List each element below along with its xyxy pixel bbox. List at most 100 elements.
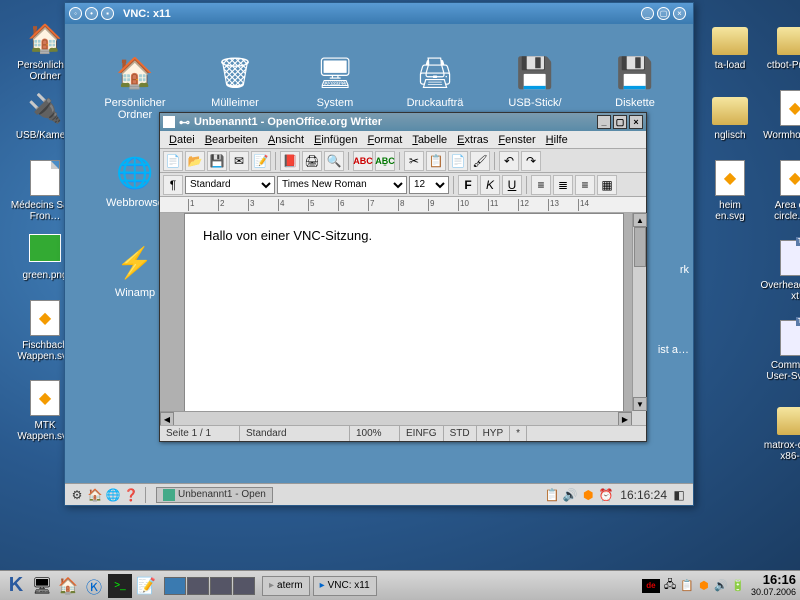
oo-ruler[interactable]: 1234567891011121314 [160, 197, 646, 213]
tray-battery-icon[interactable]: 🔋 [731, 579, 745, 593]
undo-button[interactable]: ↶ [499, 151, 519, 171]
desktop-icon-overhead-wiki-txt[interactable]: Overhead.wiki.txt [760, 238, 800, 302]
vnc-close-button[interactable]: × [673, 7, 686, 20]
remote-kmenu-button[interactable]: ⚙ [69, 487, 85, 503]
menu-fenster[interactable]: Fenster [493, 134, 540, 146]
kwrite-button[interactable]: 📝 [134, 574, 158, 598]
remote-tray-clipboard-icon[interactable]: 📋 [544, 487, 560, 503]
desktop-icon-ctbot-projekt[interactable]: ctbot-Projekt [760, 18, 800, 71]
kmenu-button[interactable]: K [4, 574, 28, 598]
menu-hilfe[interactable]: Hilfe [541, 134, 573, 146]
menu-einfügen[interactable]: Einfügen [309, 134, 362, 146]
status-insert-mode[interactable]: EINFG [400, 426, 444, 441]
remote-icon-usb-stick-[interactable]: 💾USB-Stick/ [493, 52, 577, 109]
desktop-icon-heim-en-svg[interactable]: ◆heim en.svg [705, 158, 755, 222]
vnc-menu-button[interactable]: ◦ [69, 7, 82, 20]
remote-icon-diskette[interactable]: 💾Diskette [593, 52, 677, 109]
underline-button[interactable]: U [502, 175, 522, 195]
paste-button[interactable]: 📄 [448, 151, 468, 171]
menu-extras[interactable]: Extras [452, 134, 493, 146]
konqueror-button[interactable]: Ⓚ [82, 574, 106, 598]
pager-desktop-2[interactable] [187, 577, 209, 595]
remote-tray-updates-icon[interactable]: ⬢ [580, 487, 596, 503]
taskbar-task-vnc-x11[interactable]: ▸VNC: x11 [313, 576, 377, 596]
scroll-down-button[interactable]: ▼ [633, 397, 647, 411]
vnc-sticky-button[interactable]: • [85, 7, 98, 20]
font-size-select[interactable]: 12 [409, 176, 449, 194]
vnc-minimize-button[interactable]: _ [641, 7, 654, 20]
tray-sound-icon[interactable]: 🔊 [714, 579, 728, 593]
status-selection-mode[interactable]: STD [444, 426, 477, 441]
remote-icon-system[interactable]: 🖥System [293, 52, 377, 109]
auto-spellcheck-button[interactable]: AḆC [375, 151, 395, 171]
desktop-icon-matrox-driver-x86-[interactable]: matrox-driver-x86-… [760, 398, 800, 462]
show-desktop-button[interactable]: 🖥 [30, 574, 54, 598]
pager-desktop-3[interactable] [210, 577, 232, 595]
remote-icon-druckauftr-[interactable]: 🖨Druckaufträ [393, 52, 477, 109]
align-center-button[interactable]: ≣ [553, 175, 573, 195]
oo-minimize-button[interactable]: _ [597, 115, 611, 129]
remote-clock[interactable]: 16:16:24 [620, 488, 667, 502]
tray-network-icon[interactable]: 🖧 [663, 579, 677, 593]
format-paint-button[interactable]: 🖌 [470, 151, 490, 171]
vnc-maximize-button[interactable]: ▢ [657, 7, 670, 20]
menu-format[interactable]: Format [362, 134, 407, 146]
scroll-right-button[interactable]: ▶ [618, 412, 632, 426]
redo-button[interactable]: ↷ [521, 151, 541, 171]
scroll-up-button[interactable]: ▲ [633, 213, 647, 227]
export-pdf-button[interactable]: 📕 [280, 151, 300, 171]
menu-ansicht[interactable]: Ansicht [263, 134, 309, 146]
remote-tray-corner-icon[interactable]: ◧ [671, 487, 687, 503]
menu-tabelle[interactable]: Tabelle [407, 134, 452, 146]
pager-desktop-1[interactable] [164, 577, 186, 595]
italic-button[interactable]: K [480, 175, 500, 195]
remote-taskbar-task[interactable]: Unbenannt1 - Open [156, 487, 273, 503]
desktop-icon-ta-load[interactable]: ta-load [705, 18, 755, 71]
taskbar-task-aterm[interactable]: ▸aterm [262, 576, 310, 596]
scroll-thumb[interactable] [634, 227, 646, 267]
tray-clipboard-icon[interactable]: 📋 [680, 579, 694, 593]
preview-button[interactable]: 🔍 [324, 151, 344, 171]
new-doc-button[interactable]: 📄 [163, 151, 183, 171]
terminal-button[interactable]: >_ [108, 574, 132, 598]
oo-horizontal-scrollbar[interactable]: ◀ ▶ [160, 411, 632, 425]
oo-maximize-button[interactable]: ▢ [613, 115, 627, 129]
cut-button[interactable]: ✂ [404, 151, 424, 171]
edit-doc-button[interactable]: 📝 [251, 151, 271, 171]
remote-help-button[interactable]: ❓ [123, 487, 139, 503]
font-name-select[interactable]: Times New Roman [277, 176, 407, 194]
oo-vertical-scrollbar[interactable]: ▲ ▼ [632, 213, 646, 411]
vnc-shade-button[interactable]: ▪ [101, 7, 114, 20]
save-button[interactable]: 💾 [207, 151, 227, 171]
home-button[interactable]: 🏠 [56, 574, 80, 598]
open-button[interactable]: 📂 [185, 151, 205, 171]
print-button[interactable]: 🖨 [302, 151, 322, 171]
bold-button[interactable]: F [458, 175, 478, 195]
vnc-remote-desktop[interactable]: 🏠Persönlicher Ordner🗑Mülleimer🖥System🖨Dr… [65, 24, 693, 483]
tray-updates-icon[interactable]: ⬢ [697, 579, 711, 593]
status-zoom[interactable]: 100% [350, 426, 400, 441]
pager-desktop-4[interactable] [233, 577, 255, 595]
align-right-button[interactable]: ≡ [575, 175, 595, 195]
remote-icon-m-lleimer[interactable]: 🗑Mülleimer [193, 52, 277, 109]
vnc-titlebar[interactable]: ◦ • ▪ VNC: x11 _ ▢ × [65, 3, 693, 24]
oo-titlebar[interactable]: ⊷ Unbenannt1 - OpenOffice.org Writer _ ▢… [160, 113, 646, 131]
paragraph-style-select[interactable]: Standard [185, 176, 275, 194]
styles-button[interactable]: ¶ [163, 175, 183, 195]
oo-close-button[interactable]: × [629, 115, 643, 129]
desktop-icon-nglisch[interactable]: nglisch [705, 88, 755, 141]
spellcheck-button[interactable]: ABC [353, 151, 373, 171]
scroll-left-button[interactable]: ◀ [160, 412, 174, 426]
desktop-icon-wormhole-svg[interactable]: ◆Wormhole.svg [760, 88, 800, 141]
tray-keyboard-layout-icon[interactable]: de [642, 579, 660, 593]
remote-tray-speaker-icon[interactable]: 🔊 [562, 487, 578, 503]
menu-datei[interactable]: Datei [164, 134, 200, 146]
menu-bearbeiten[interactable]: Bearbeiten [200, 134, 263, 146]
desktop-icon-commons-user-sven-[interactable]: Commons: User-Sven… [760, 318, 800, 382]
copy-button[interactable]: 📋 [426, 151, 446, 171]
email-button[interactable]: ✉ [229, 151, 249, 171]
oo-page[interactable]: Hallo von einer VNC-Sitzung. [184, 213, 624, 411]
align-justify-button[interactable]: ▦ [597, 175, 617, 195]
taskbar-clock[interactable]: 16:16 30.07.2006 [751, 573, 796, 597]
desktop-icon-area-of-a-circle-svg[interactable]: ◆Area of a circle.svg [760, 158, 800, 222]
